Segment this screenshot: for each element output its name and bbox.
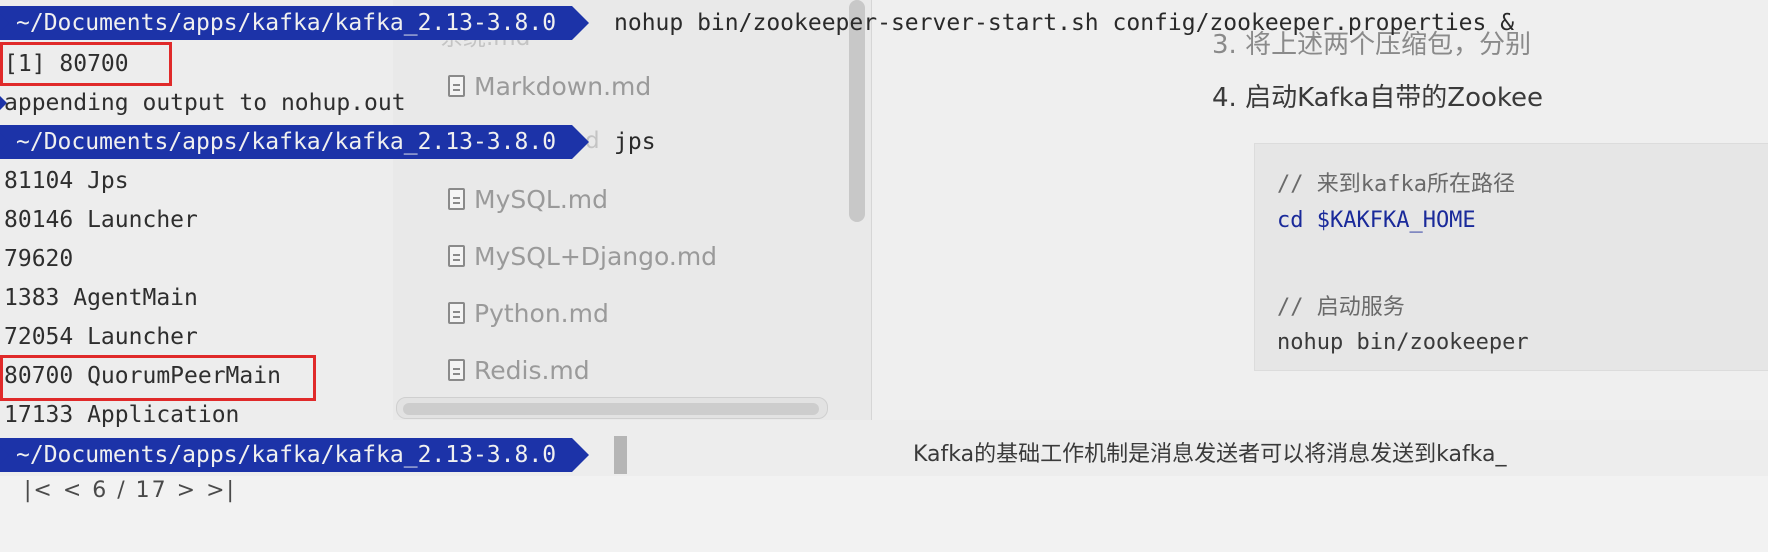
bottom-bar — [0, 476, 1768, 552]
terminal-prompt: ~/Documents/apps/kafka/kafka_2.13-3.8.0 — [0, 125, 590, 159]
file-item-python[interactable]: Python.md — [448, 293, 609, 333]
document-icon — [448, 359, 465, 381]
page-navigator[interactable]: |< < 6 / 17 > >| — [24, 478, 236, 503]
prompt-arrow-icon — [572, 125, 590, 159]
file-item-mysql-django[interactable]: MySQL+Django.md — [448, 236, 717, 276]
file-item-mysql[interactable]: MySQL.md — [448, 179, 608, 219]
file-item-markdown[interactable]: Markdown.md — [448, 66, 651, 106]
prompt-lead-arrow-icon — [0, 133, 9, 151]
prompt-path: ~/Documents/apps/kafka/kafka_2.13-3.8.0 — [0, 125, 573, 159]
prompt-path: ~/Documents/apps/kafka/kafka_2.13-3.8.0 — [0, 438, 573, 472]
terminal-prompt: ~/Documents/apps/kafka/kafka_2.13-3.8.0 — [0, 438, 590, 472]
code-cd-line: cd $KAKFKA_HOME — [1277, 208, 1476, 233]
terminal-prompt: ~/Documents/apps/kafka/kafka_2.13-3.8.0 — [0, 6, 590, 40]
jps-output-line: 79620 — [4, 246, 74, 272]
prompt-lead-arrow-icon — [0, 446, 9, 464]
prompt-lead-arrow-icon — [0, 14, 9, 32]
jps-output-line: 1383 AgentMain — [4, 285, 198, 311]
code-comment: // 启动服务 — [1277, 295, 1405, 320]
horizontal-scrollbar-thumb[interactable] — [403, 403, 819, 415]
file-item-label: Python.md — [474, 298, 609, 328]
prompt-arrow-icon — [572, 6, 590, 40]
file-item-redis[interactable]: Redis.md — [448, 350, 590, 390]
terminal-cursor[interactable] — [614, 436, 627, 474]
file-item-label: Redis.md — [474, 355, 590, 385]
jps-output-line: 17133 Application — [4, 402, 240, 428]
file-item-label: MySQL.md — [474, 184, 609, 214]
doc-step-4: 4. 启动Kafka自带的Zookee — [1212, 83, 1544, 113]
prompt-path: ~/Documents/apps/kafka/kafka_2.13-3.8.0 — [0, 6, 573, 40]
document-icon — [448, 75, 465, 97]
highlight-box-job — [0, 42, 172, 86]
terminal-command: jps — [614, 129, 656, 155]
jps-output-line: 80146 Launcher — [4, 207, 198, 233]
file-item-label: Markdown.md — [474, 71, 652, 101]
file-item-label: MySQL+Django.md — [474, 241, 718, 271]
jps-output-line: 81104 Jps — [4, 168, 129, 194]
document-icon — [448, 245, 465, 267]
code-block: // 来到kafka所在路径 cd $KAKFKA_HOME // 启动服务 n… — [1254, 143, 1768, 371]
document-icon — [448, 302, 465, 324]
doc-footer-text: Kafka的基础工作机制是消息发送者可以将消息发送到kafka_ — [913, 442, 1507, 467]
terminal-output-line: appending output to nohup.out — [4, 90, 406, 116]
highlight-box-quorum — [0, 355, 316, 401]
code-nohup-line: nohup bin/zookeeper — [1277, 330, 1529, 355]
prompt-arrow-icon — [572, 438, 590, 472]
code-comment: // 来到kafka所在路径 — [1277, 172, 1515, 197]
jps-output-line: 72054 Launcher — [4, 324, 198, 350]
terminal-command: nohup bin/zookeeper-server-start.sh conf… — [614, 10, 1515, 36]
document-icon — [448, 188, 465, 210]
